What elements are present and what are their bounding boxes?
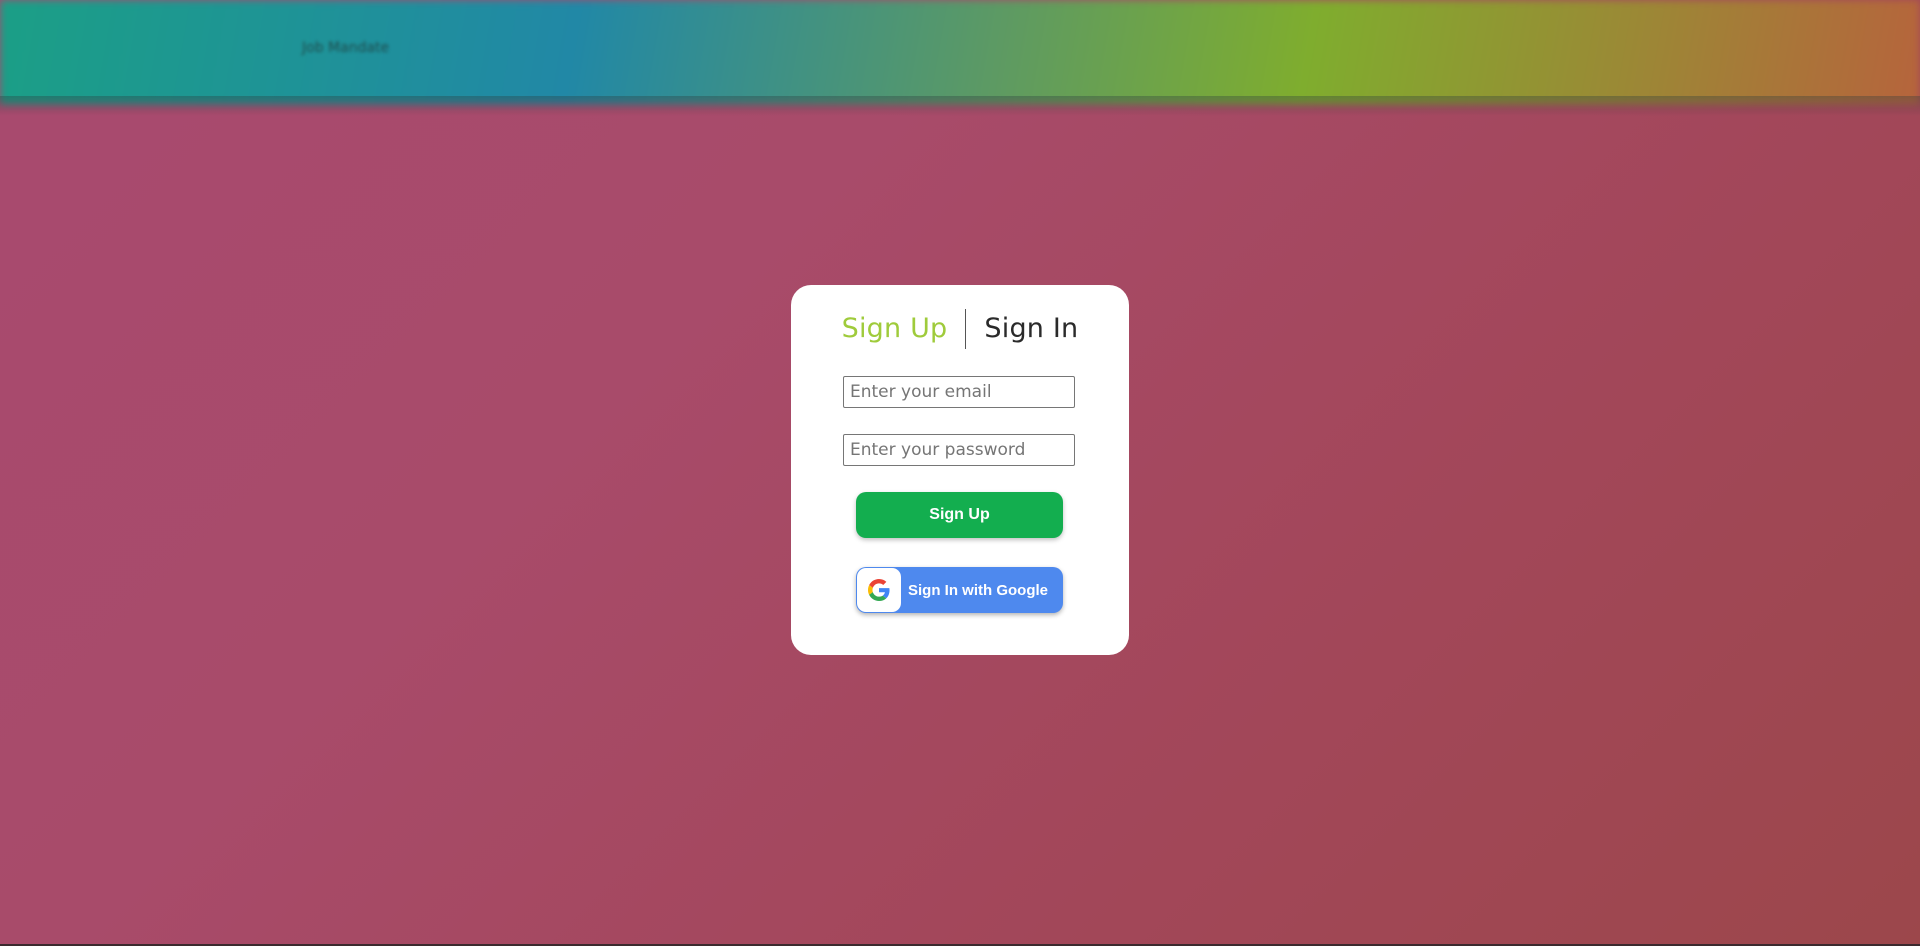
tab-sign-up[interactable]: Sign Up <box>842 309 948 349</box>
auth-card: Sign Up Sign In Sign Up Sign In with Goo… <box>791 285 1129 655</box>
google-sign-in-label: Sign In with Google <box>908 581 1048 599</box>
google-sign-in-button[interactable]: Sign In with Google <box>856 567 1063 613</box>
google-logo-container <box>857 568 901 612</box>
email-field[interactable] <box>843 376 1075 408</box>
google-g-icon <box>868 579 890 601</box>
blurred-brand-text: Job Mandate <box>302 40 390 56</box>
auth-tabs: Sign Up Sign In <box>791 309 1129 349</box>
tab-divider <box>965 309 967 349</box>
header-shadow <box>0 96 1920 116</box>
sign-up-button[interactable]: Sign Up <box>856 492 1063 538</box>
tab-sign-in[interactable]: Sign In <box>984 309 1078 349</box>
password-field[interactable] <box>843 434 1075 466</box>
blurred-header <box>0 0 1920 104</box>
